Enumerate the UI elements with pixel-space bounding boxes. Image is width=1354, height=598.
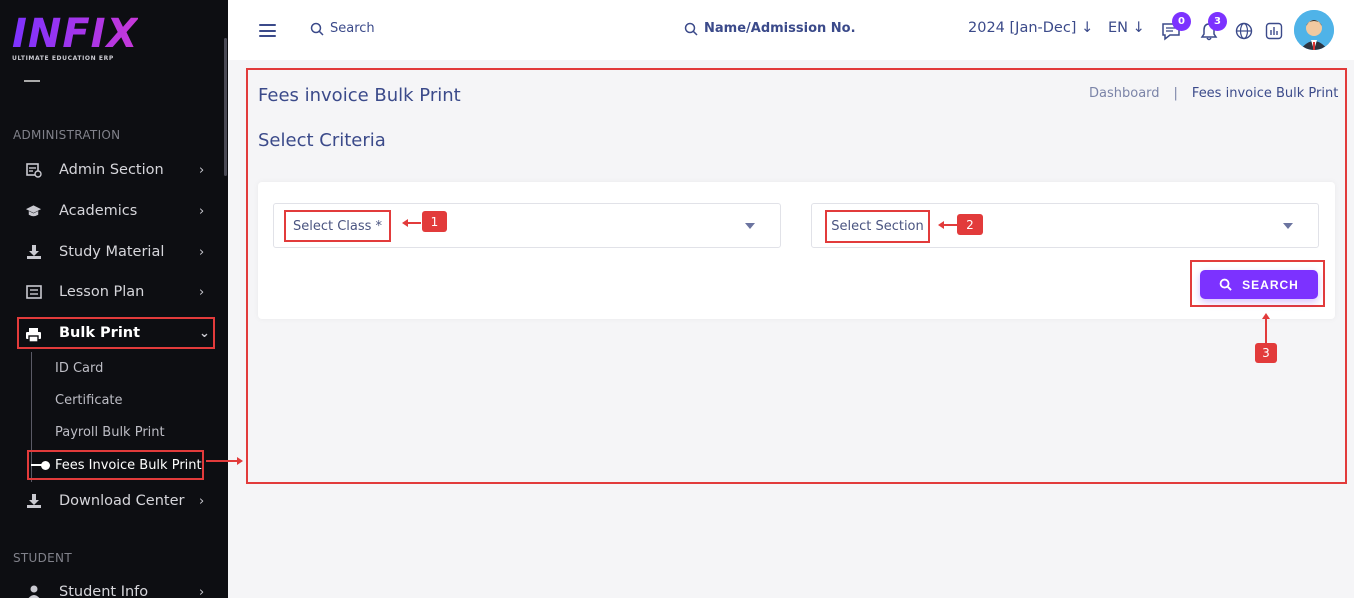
sidebar-item-bulk-print[interactable]: Bulk Print ⌄ <box>17 317 215 349</box>
annotation-arrow-2 <box>938 221 957 229</box>
caret-down-icon <box>1283 223 1293 229</box>
active-dot-icon <box>41 461 50 470</box>
sidebar-item-label: Bulk Print <box>59 325 141 341</box>
section-label-administration: ADMINISTRATION <box>13 128 121 142</box>
submenu-item-id-card[interactable]: ID Card <box>55 361 103 376</box>
global-search-label: Search <box>330 21 375 36</box>
submenu-item-label: Fees Invoice Bulk Print <box>55 457 202 473</box>
search-button-label: SEARCH <box>1242 277 1299 292</box>
annotation-badge-3: 3 <box>1255 343 1277 363</box>
download-icon <box>25 244 42 260</box>
criteria-title: Select Criteria <box>258 130 386 151</box>
sidebar-item-label: Lesson Plan <box>59 284 145 300</box>
chevron-right-icon: › <box>199 284 205 300</box>
user-avatar-icon <box>1294 10 1334 50</box>
submenu-item-payroll-bulk-print[interactable]: Payroll Bulk Print <box>55 425 165 440</box>
messages-badge: 0 <box>1172 12 1191 31</box>
brand-logo[interactable]: INFIX ULTIMATE EDUCATION ERP <box>12 14 138 62</box>
annotation-badge-1: 1 <box>422 211 447 232</box>
top-bar: Search Name/Admission No. 2024 [Jan-Dec]… <box>228 0 1354 60</box>
chevron-right-icon: › <box>199 493 205 509</box>
download-icon <box>25 493 42 509</box>
list-icon <box>25 284 42 300</box>
admin-icon <box>25 162 42 178</box>
sidebar-item-student-info[interactable]: Student Info › <box>0 576 228 598</box>
annotation-arrow-sidebar <box>206 457 243 465</box>
chevron-right-icon: › <box>199 584 205 598</box>
sidebar-item-label: Academics <box>59 203 138 219</box>
sidebar-item-study-material[interactable]: Study Material › <box>0 236 228 268</box>
sidebar-item-academics[interactable]: Academics › <box>0 195 228 227</box>
sidebar-item-label: Study Material <box>59 244 165 260</box>
breadcrumb: Dashboard | Fees invoice Bulk Print <box>1089 86 1338 101</box>
submenu-item-certificate[interactable]: Certificate <box>55 393 123 408</box>
website-button[interactable] <box>1233 20 1255 42</box>
chevron-right-icon: › <box>199 203 205 219</box>
sidebar-item-label: Admin Section <box>59 162 164 178</box>
breadcrumb-current: Fees invoice Bulk Print <box>1191 86 1339 101</box>
search-button[interactable]: SEARCH <box>1200 270 1318 299</box>
notifications-button[interactable]: 3 <box>1198 12 1227 42</box>
chevron-right-icon: › <box>199 162 205 178</box>
arrow-down-icon: ↓ <box>1132 20 1145 36</box>
chevron-down-icon: ⌄ <box>199 325 210 341</box>
caret-down-icon <box>745 223 755 229</box>
annotation-arrow-3 <box>1262 313 1270 344</box>
globe-icon <box>1235 22 1253 40</box>
language-selector[interactable]: EN ↓ <box>1108 20 1145 36</box>
logo-mark: INFIX <box>12 11 139 57</box>
search-icon <box>310 22 324 36</box>
sidebar-item-partial <box>24 76 164 86</box>
search-icon <box>1219 278 1232 291</box>
chevron-right-icon: › <box>199 244 205 260</box>
global-search[interactable]: Search <box>310 21 375 36</box>
session-value: 2024 [Jan-Dec] <box>968 20 1077 36</box>
sidebar-item-lesson-plan[interactable]: Lesson Plan › <box>0 276 228 308</box>
hamburger-menu-icon[interactable] <box>259 24 276 37</box>
sidebar-item-admin-section[interactable]: Admin Section › <box>0 154 228 186</box>
search-icon <box>684 22 698 36</box>
sidebar-item-download-center[interactable]: Download Center › <box>0 485 228 517</box>
session-selector[interactable]: 2024 [Jan-Dec] ↓ <box>968 20 1093 36</box>
annotation-arrow-1 <box>402 219 421 227</box>
sidebar-item-label: Download Center <box>59 493 185 509</box>
messages-button[interactable]: 0 <box>1160 12 1191 42</box>
graduation-cap-icon <box>25 203 42 219</box>
user-icon <box>25 584 42 598</box>
select-class-placeholder: Select Class * <box>284 210 391 242</box>
section-label-student: STUDENT <box>13 551 72 565</box>
submenu-item-fees-invoice-bulk-print[interactable]: Fees Invoice Bulk Print <box>27 450 204 480</box>
breadcrumb-dashboard[interactable]: Dashboard <box>1089 86 1160 101</box>
chart-icon <box>1265 22 1283 40</box>
language-value: EN <box>1108 20 1129 36</box>
select-section-placeholder: Select Section <box>825 210 930 243</box>
page-title: Fees invoice Bulk Print <box>258 85 461 106</box>
admission-search-label: Name/Admission No. <box>704 21 856 36</box>
breadcrumb-separator: | <box>1173 86 1178 101</box>
avatar[interactable] <box>1294 10 1334 50</box>
annotation-badge-2: 2 <box>957 214 983 235</box>
notifications-badge: 3 <box>1208 12 1227 31</box>
printer-icon <box>25 327 42 343</box>
arrow-down-icon: ↓ <box>1081 20 1094 36</box>
stats-button[interactable] <box>1263 20 1285 42</box>
sidebar-item-label: Student Info <box>59 584 149 598</box>
sidebar: INFIX ULTIMATE EDUCATION ERP ADMINISTRAT… <box>0 0 228 598</box>
admission-search[interactable]: Name/Admission No. <box>684 21 856 36</box>
